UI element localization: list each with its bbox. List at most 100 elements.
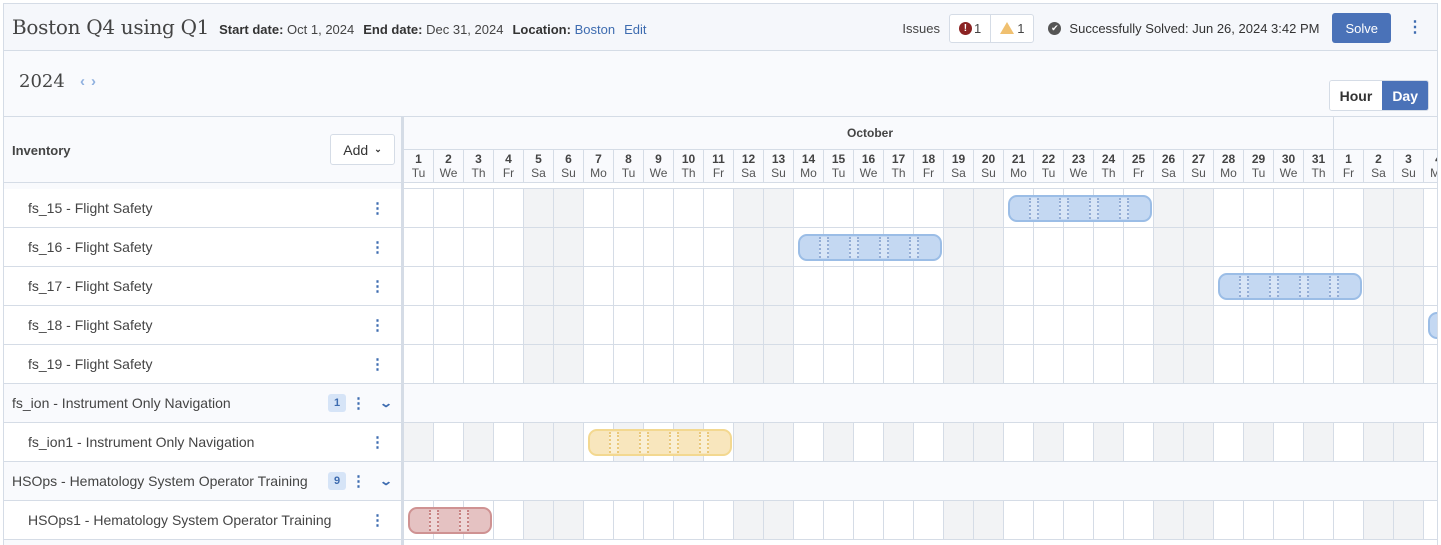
day-cell[interactable] [524, 306, 554, 344]
day-cell[interactable] [914, 423, 944, 461]
day-cell[interactable] [1424, 189, 1437, 227]
day-cell[interactable] [824, 501, 854, 539]
day-cell[interactable] [464, 345, 494, 383]
day-cell[interactable] [524, 228, 554, 266]
day-cell[interactable] [1274, 423, 1304, 461]
day-cell[interactable] [524, 345, 554, 383]
day-cell[interactable] [404, 423, 434, 461]
day-cell[interactable] [1274, 501, 1304, 539]
day-cell[interactable] [1394, 228, 1424, 266]
day-cell[interactable] [1274, 345, 1304, 383]
row-menu-icon[interactable]: ⋮ [370, 277, 385, 295]
day-cell[interactable] [974, 345, 1004, 383]
inventory-row[interactable]: fs_16 - Flight Safety ⋮ [4, 228, 403, 267]
day-cell[interactable] [1334, 345, 1364, 383]
day-cell[interactable] [764, 228, 794, 266]
day-cell[interactable] [854, 306, 884, 344]
day-cell[interactable] [1214, 501, 1244, 539]
day-cell[interactable] [734, 228, 764, 266]
day-cell[interactable] [1064, 306, 1094, 344]
day-cell[interactable] [824, 267, 854, 305]
day-cell[interactable] [494, 189, 524, 227]
day-cell[interactable] [704, 345, 734, 383]
day-cell[interactable] [674, 306, 704, 344]
inventory-row[interactable]: fs_ion1 - Instrument Only Navigation ⋮ [4, 423, 403, 462]
day-cell[interactable] [434, 267, 464, 305]
day-cell[interactable] [464, 423, 494, 461]
day-cell[interactable] [584, 306, 614, 344]
day-cell[interactable] [1424, 501, 1437, 539]
day-cell[interactable] [434, 423, 464, 461]
day-cell[interactable] [1124, 501, 1154, 539]
day-cell[interactable] [644, 228, 674, 266]
day-cell[interactable] [614, 228, 644, 266]
day-cell[interactable] [494, 306, 524, 344]
day-cell[interactable] [944, 501, 974, 539]
day-cell[interactable] [854, 423, 884, 461]
day-cell[interactable] [584, 267, 614, 305]
day-cell[interactable] [854, 267, 884, 305]
day-cell[interactable] [1184, 501, 1214, 539]
day-cell[interactable] [884, 501, 914, 539]
day-cell[interactable] [1364, 267, 1394, 305]
day-cell[interactable] [1364, 228, 1394, 266]
day-cell[interactable] [614, 306, 644, 344]
day-cell[interactable] [1094, 267, 1124, 305]
day-cell[interactable] [704, 189, 734, 227]
day-cell[interactable] [1034, 267, 1064, 305]
day-cell[interactable] [1394, 423, 1424, 461]
day-cell[interactable] [494, 228, 524, 266]
day-cell[interactable] [914, 189, 944, 227]
day-cell[interactable] [1124, 228, 1154, 266]
inventory-group-row[interactable]: HSOps - Hematology System Operator Train… [4, 462, 403, 501]
day-cell[interactable] [944, 423, 974, 461]
day-cell[interactable] [644, 267, 674, 305]
day-cell[interactable] [884, 189, 914, 227]
day-cell[interactable] [1244, 345, 1274, 383]
day-cell[interactable] [1184, 189, 1214, 227]
day-cell[interactable] [1424, 267, 1437, 305]
day-cell[interactable] [1094, 306, 1124, 344]
row-menu-icon[interactable]: ⋮ [351, 394, 366, 412]
day-cell[interactable] [974, 306, 1004, 344]
day-cell[interactable] [464, 189, 494, 227]
day-cell[interactable] [614, 189, 644, 227]
day-cell[interactable] [974, 501, 1004, 539]
day-cell[interactable] [764, 267, 794, 305]
day-cell[interactable] [1394, 345, 1424, 383]
day-cell[interactable] [674, 267, 704, 305]
day-cell[interactable] [1304, 423, 1334, 461]
day-cell[interactable] [584, 501, 614, 539]
inventory-row[interactable]: fs_17 - Flight Safety ⋮ [4, 267, 403, 306]
day-cell[interactable] [1304, 228, 1334, 266]
day-cell[interactable] [734, 345, 764, 383]
day-cell[interactable] [824, 423, 854, 461]
day-cell[interactable] [764, 306, 794, 344]
day-cell[interactable] [554, 501, 584, 539]
inventory-group-row[interactable]: fs_ion - Instrument Only Navigation 1 ⋮ ⌄ [4, 384, 403, 423]
day-cell[interactable] [1034, 423, 1064, 461]
day-cell[interactable] [854, 501, 884, 539]
day-cell[interactable] [1244, 306, 1274, 344]
day-cell[interactable] [1424, 228, 1437, 266]
day-cell[interactable] [1154, 267, 1184, 305]
day-cell[interactable] [1154, 501, 1184, 539]
day-cell[interactable] [644, 306, 674, 344]
day-cell[interactable] [1304, 189, 1334, 227]
day-cell[interactable] [554, 345, 584, 383]
day-cell[interactable] [1124, 345, 1154, 383]
day-cell[interactable] [434, 306, 464, 344]
day-cell[interactable] [884, 267, 914, 305]
day-cell[interactable] [794, 306, 824, 344]
day-cell[interactable] [854, 345, 884, 383]
day-cell[interactable] [794, 501, 824, 539]
row-menu-icon[interactable]: ⋮ [370, 355, 385, 373]
day-cell[interactable] [1034, 228, 1064, 266]
day-cell[interactable] [794, 267, 824, 305]
day-cell[interactable] [554, 228, 584, 266]
day-cell[interactable] [464, 267, 494, 305]
day-cell[interactable] [614, 267, 644, 305]
day-cell[interactable] [944, 267, 974, 305]
day-cell[interactable] [794, 345, 824, 383]
schedule-bar[interactable] [1008, 195, 1152, 222]
